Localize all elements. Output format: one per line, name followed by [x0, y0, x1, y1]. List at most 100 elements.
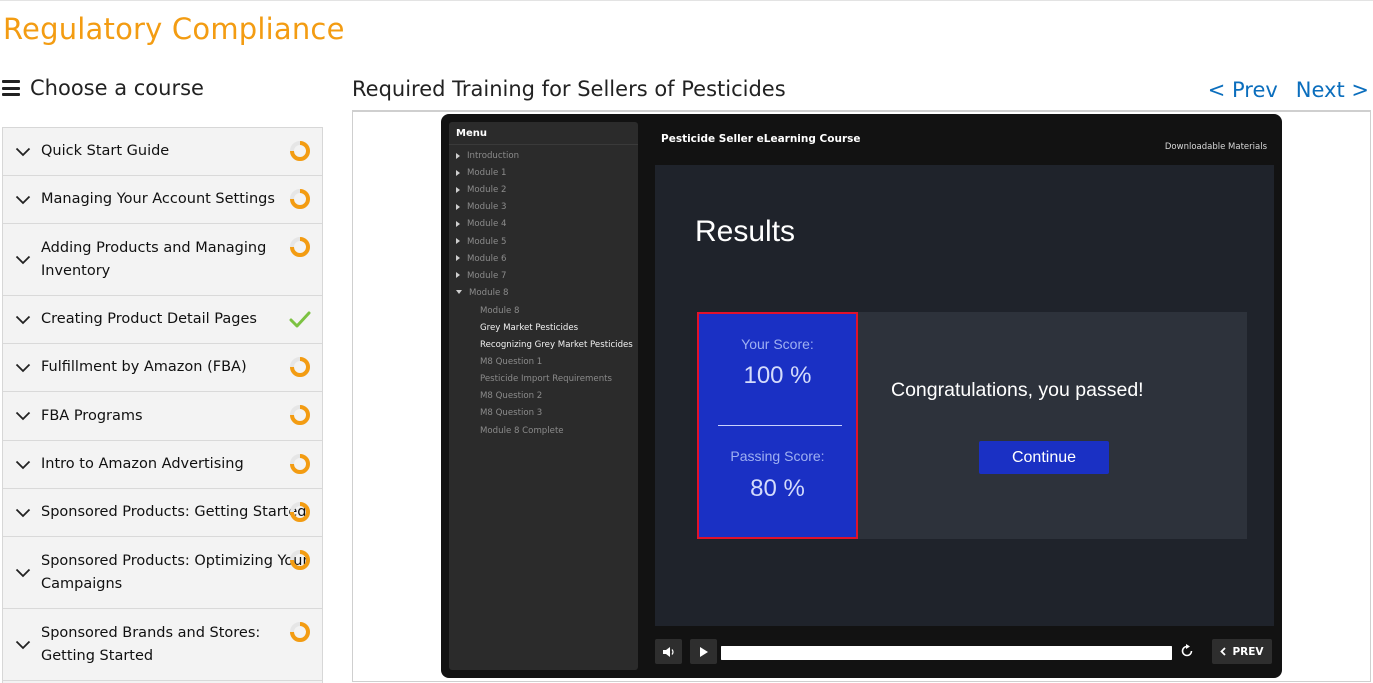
chevron-down-icon — [15, 192, 31, 208]
chevron-down-icon — [15, 457, 31, 473]
checkmark-icon — [289, 308, 311, 330]
player-menu-item-label: M8 Question 2 — [480, 391, 543, 402]
player-prev-button[interactable]: PREV — [1212, 639, 1272, 664]
course-item[interactable]: Quick Start Guide — [3, 128, 322, 176]
page-title: Regulatory Compliance — [3, 12, 345, 46]
course-item[interactable]: Managing Your Account Settings — [3, 176, 322, 224]
downloadable-materials-link[interactable]: Downloadable Materials — [1165, 142, 1267, 152]
course-item[interactable]: Sponsored Brands and Stores: Getting Sta… — [3, 609, 322, 681]
course-item-label: Sponsored Products: Getting Started — [41, 504, 307, 520]
player-menu-item-label: Module 3 — [467, 202, 507, 213]
player-menu-subitem[interactable]: Grey Market Pesticides — [480, 323, 578, 333]
player-menu-subitem[interactable]: Module 8 Complete — [480, 426, 564, 436]
chevron-down-icon — [15, 408, 31, 424]
progress-ring-icon — [289, 356, 311, 378]
volume-button[interactable] — [655, 639, 682, 664]
player-menu-item-label: Module 5 — [467, 236, 507, 247]
player-menu-module[interactable]: Module 6 — [456, 254, 506, 264]
course-item-label: Adding Products and Managing Inventory — [41, 239, 267, 279]
player-menu-subitem[interactable]: Pesticide Import Requirements — [480, 374, 612, 384]
course-item-label: FBA Programs — [41, 407, 143, 424]
player-course-title: Pesticide Seller eLearning Course — [661, 133, 861, 145]
player-menu-subitem[interactable]: Module 8 — [480, 306, 519, 316]
course-list-heading: Choose a course — [2, 76, 204, 100]
course-item[interactable]: Intro to Amazon Advertising — [3, 441, 322, 489]
result-panel: Your Score: 100 % Passing Score: 80 % Co… — [697, 312, 1247, 539]
chevron-left-icon — [1220, 647, 1227, 656]
player-menu-title: Menu — [456, 128, 487, 139]
player-menu-item-label: Module 6 — [467, 253, 507, 264]
course-navigation: < Prev Next > — [1208, 78, 1369, 102]
player-menu-module[interactable]: Module 1 — [456, 168, 506, 178]
progress-ring-icon — [289, 236, 311, 258]
player-menu-subitem[interactable]: Recognizing Grey Market Pesticides — [480, 340, 633, 350]
passing-score-value: 80 % — [750, 475, 805, 502]
player-menu-subitem[interactable]: M8 Question 3 — [480, 408, 542, 418]
course-item[interactable]: Adding Products and Managing Inventory — [3, 224, 322, 296]
player-menu-item-label: Module 7 — [467, 270, 507, 281]
course-item[interactable]: Fulfillment by Amazon (FBA) — [3, 344, 322, 392]
player-menu-item-label: Introduction — [467, 151, 520, 161]
player-menu-item-label: Grey Market Pesticides — [480, 322, 579, 333]
caret-right-icon — [456, 169, 460, 176]
hamburger-menu-icon — [2, 80, 20, 96]
caret-right-icon — [456, 186, 460, 193]
progress-ring-icon — [289, 453, 311, 475]
player-menu-module[interactable]: Module 2 — [456, 185, 506, 195]
player-menu-module[interactable]: Introduction — [456, 151, 519, 161]
course-list-heading-label: Choose a course — [30, 76, 204, 100]
player-menu-subitem[interactable]: M8 Question 1 — [480, 357, 542, 367]
course-item-label: Sponsored Products: Optimizing Your Camp… — [41, 552, 309, 592]
results-slide: Results Your Score: 100 % Passing Score:… — [655, 165, 1274, 626]
score-box: Your Score: 100 % Passing Score: 80 % — [697, 312, 858, 539]
player-menu-module[interactable]: Module 4 — [456, 219, 506, 229]
player-menu-item-label: Pesticide Import Requirements — [480, 374, 612, 385]
course-item[interactable]: Creating Product Detail Pages — [3, 296, 322, 344]
caret-right-icon — [456, 203, 460, 210]
player-menu-item-label: M8 Question 3 — [480, 408, 543, 419]
caret-right-icon — [456, 272, 460, 279]
score-divider — [718, 425, 842, 426]
continue-button[interactable]: Continue — [979, 441, 1109, 474]
course-item-label: Creating Product Detail Pages — [41, 311, 257, 327]
player-menu-module[interactable]: Module 7 — [456, 271, 506, 281]
pass-message: Congratulations, you passed! — [891, 379, 1144, 401]
next-link[interactable]: Next > — [1296, 78, 1369, 102]
player-menu-module[interactable]: Module 5 — [456, 237, 506, 247]
player-menu-subitem[interactable]: M8 Question 2 — [480, 391, 542, 401]
course-item-label: Sponsored Brands and Stores: Getting Sta… — [41, 624, 261, 664]
progress-ring-icon — [289, 188, 311, 210]
course-item[interactable]: FBA Programs — [3, 392, 322, 441]
course-item[interactable]: Sponsored Products: Optimizing Your Camp… — [3, 537, 322, 609]
chevron-down-icon — [15, 565, 31, 581]
prev-link[interactable]: < Prev — [1208, 78, 1278, 102]
chevron-down-icon — [15, 312, 31, 328]
progress-bar[interactable] — [721, 646, 1172, 660]
progress-ring-icon — [289, 621, 311, 643]
chevron-down-icon — [15, 505, 31, 521]
course-title: Required Training for Sellers of Pestici… — [352, 77, 786, 101]
chevron-down-icon — [15, 637, 31, 653]
player-controls: PREV — [655, 639, 1274, 664]
progress-ring-icon — [289, 404, 311, 426]
caret-right-icon — [456, 220, 460, 227]
progress-ring-icon — [289, 549, 311, 571]
player-menu-item-label: Module 8 — [480, 305, 520, 316]
your-score-value: 100 % — [743, 362, 812, 389]
player-menu-item-label: M8 Question 1 — [480, 357, 543, 368]
replay-icon[interactable] — [1178, 642, 1196, 660]
player-menu-item-label: Module 4 — [467, 219, 507, 230]
course-item-label: Quick Start Guide — [41, 143, 170, 159]
chevron-down-icon — [15, 144, 31, 160]
player-prev-label: PREV — [1232, 645, 1264, 658]
chevron-down-icon — [15, 360, 31, 376]
player-menu-module[interactable]: Module 8 — [456, 288, 508, 298]
play-button[interactable] — [690, 639, 717, 664]
player-menu: Menu Introduction Module 1 Module 2 Module … — [449, 122, 638, 670]
course-item-label: Intro to Amazon Advertising — [41, 456, 244, 472]
top-divider — [0, 0, 1373, 1]
player-menu-module[interactable]: Module 3 — [456, 202, 506, 212]
progress-ring-icon — [289, 501, 311, 523]
progress-ring-icon — [289, 140, 311, 162]
course-item[interactable]: Sponsored Products: Getting Started — [3, 489, 322, 537]
